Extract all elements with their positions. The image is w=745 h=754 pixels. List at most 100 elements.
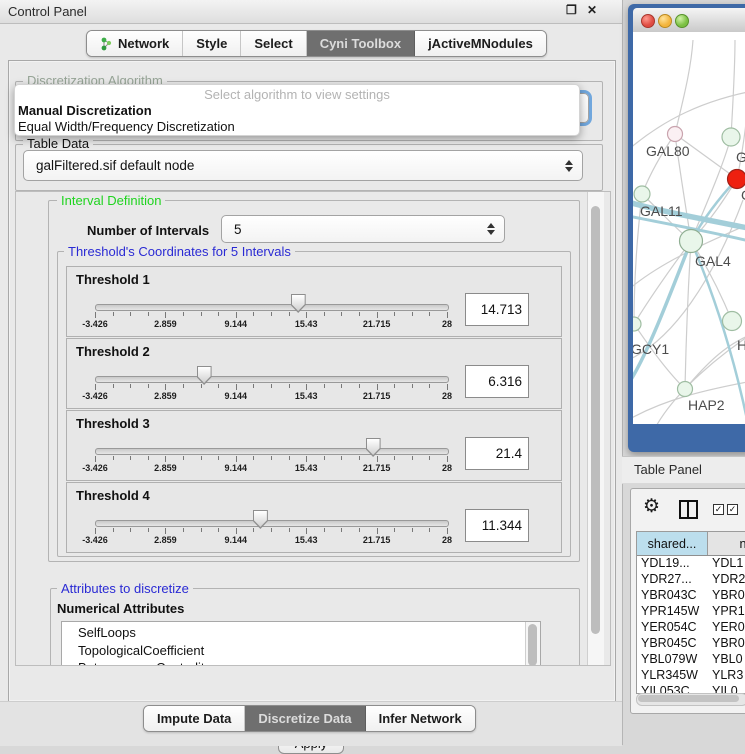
zoom-traffic-light-icon[interactable] (675, 14, 689, 28)
node-label-partial-top: G (736, 149, 745, 165)
threshold-slider-track[interactable] (95, 520, 449, 527)
table-data-combobox[interactable]: galFiltered.sif default node (23, 150, 583, 181)
slider-tick-labels: -3.4262.8599.14415.4321.71528 (95, 319, 447, 331)
table-row[interactable]: YDR27...YDR2 (637, 572, 745, 588)
threshold-slider-track[interactable] (95, 376, 449, 383)
algorithm-dropdown-popup: Select algorithm to view settings Manual… (14, 84, 580, 136)
threshold-slider-track[interactable] (95, 448, 449, 455)
threshold-1-panel: Threshold 1 -3.4262.8599.14415.4321.71528… (66, 266, 562, 337)
threshold-2-panel: Threshold 2 -3.4262.8599.14415.4321.71528… (66, 338, 562, 409)
tab-label: Cyni Toolbox (320, 36, 401, 51)
table-data-label: Table Data (23, 136, 93, 151)
table-cell: YBR043C (637, 588, 708, 604)
dropdown-placeholder-item[interactable]: Select algorithm to view settings (15, 85, 579, 103)
table-row[interactable]: YLR345WYLR3 (637, 668, 745, 684)
table-cell: YLR345W (637, 668, 708, 684)
tab-label: Network (118, 36, 169, 51)
close-window-icon[interactable]: ✕ (587, 3, 597, 17)
node-label-gal80: GAL80 (646, 143, 690, 159)
table-cell: YBR0 (708, 636, 745, 652)
node-attribute-table: shared...na YDL19...YDL1YDR27...YDR2YBR0… (636, 531, 745, 694)
minimize-traffic-light-icon[interactable] (658, 14, 672, 28)
threshold-label: Threshold 4 (76, 488, 150, 503)
table-row[interactable]: YBR043CYBR0 (637, 588, 745, 604)
network-window-titlebar (633, 8, 745, 33)
dropdown-option-equal-width[interactable]: Equal Width/Frequency Discretization (15, 119, 579, 135)
tab-cyni-toolbox[interactable]: Cyni Toolbox (307, 31, 415, 56)
slider-tick-labels: -3.4262.8599.14415.4321.71528 (95, 535, 447, 547)
attributes-group-label: Attributes to discretize (57, 581, 193, 596)
column-header-shared-name[interactable]: shared... (637, 532, 708, 555)
tab-style[interactable]: Style (183, 31, 241, 56)
table-row[interactable]: YER054CYER0 (637, 620, 745, 636)
cyni-toolbox-panel: Discretization Algorithm Table Data galF… (8, 60, 616, 702)
tab-jactivemnodules[interactable]: jActiveMNodules (415, 31, 546, 56)
gear-icon[interactable]: ⚙ (643, 497, 660, 516)
attribute-list-item[interactable]: TopologicalCoefficient (78, 642, 540, 660)
table-cell: YBL079W (637, 652, 708, 668)
table-horizontal-scrollbar[interactable] (636, 693, 745, 706)
node-gal11 (634, 186, 650, 202)
tab-select[interactable]: Select (241, 31, 306, 56)
table-cell: YBL0 (708, 652, 745, 668)
number-of-intervals-combobox[interactable]: 5 (221, 215, 505, 243)
threshold-label: Threshold 2 (76, 344, 150, 359)
threshold-value-field[interactable]: 6.316 (465, 365, 529, 398)
split-panel-icon[interactable] (679, 500, 698, 519)
list-scrollbar[interactable] (525, 622, 540, 666)
threshold-slider-track[interactable] (95, 304, 449, 311)
table-cell: YIL053C (637, 684, 708, 693)
column-header-name[interactable]: na (708, 532, 745, 555)
control-panel-title: Control Panel (8, 4, 87, 19)
table-cell: YDL19... (637, 556, 708, 572)
node-gcy1 (633, 317, 641, 331)
tab-label: Select (254, 36, 292, 51)
tab-label: Infer Network (379, 711, 462, 726)
dropdown-option-manual-discretization[interactable]: Manual Discretization (15, 103, 579, 119)
tab-infer-network[interactable]: Infer Network (366, 706, 475, 731)
float-window-icon[interactable]: ❐ (566, 3, 577, 17)
threshold-value-field[interactable]: 14.713 (465, 293, 529, 326)
table-cell: YIL0 (708, 684, 745, 693)
threshold-label: Threshold 3 (76, 416, 150, 431)
numerical-attributes-list[interactable]: SelfLoopsTopologicalCoefficientBetweenne… (61, 621, 541, 666)
threshold-value-field[interactable]: 21.4 (465, 437, 529, 470)
settings-scrollbar[interactable] (587, 192, 604, 665)
attribute-list-item[interactable]: BetweennessCentrality (78, 659, 540, 666)
tab-label: Impute Data (157, 711, 231, 726)
table-row[interactable]: YPR145WYPR1 (637, 604, 745, 620)
checkbox-icon[interactable]: ✓ (713, 504, 724, 515)
table-cell: YBR0 (708, 588, 745, 604)
node-gal4 (680, 230, 703, 253)
tab-impute-data[interactable]: Impute Data (144, 706, 245, 731)
threshold-value-field[interactable]: 11.344 (465, 509, 529, 542)
table-row[interactable]: YBR045CYBR0 (637, 636, 745, 652)
network-canvas[interactable]: GAL80 G C GAL11 GAL4 GCY1 H HAP2 (633, 32, 745, 424)
thresholds-group-label: Threshold's Coordinates for 5 Intervals (64, 244, 295, 259)
slider-tick-labels: -3.4262.8599.14415.4321.71528 (95, 391, 447, 403)
table-cell: YER0 (708, 620, 745, 636)
threshold-label: Threshold 1 (76, 272, 150, 287)
table-row[interactable]: YBL079WYBL0 (637, 652, 745, 668)
table-row[interactable]: YDL19...YDL1 (637, 556, 745, 572)
tab-network[interactable]: Network (87, 31, 183, 56)
combo-stepper-icon (484, 223, 497, 235)
table-cell: YPR1 (708, 604, 745, 620)
control-panel-tabbar: Network Style Select Cyni Toolbox jActiveMNo… (86, 30, 547, 57)
tab-discretize-data[interactable]: Discretize Data (245, 706, 365, 731)
node-label-partial-mid: C (741, 187, 745, 203)
interval-definition-label: Interval Definition (57, 193, 165, 208)
interval-definition-group: Interval Definition Number of Intervals … (48, 200, 580, 562)
checkbox-icon[interactable]: ✓ (727, 504, 738, 515)
combo-stepper-icon (562, 160, 575, 172)
node-label-gcy1: GCY1 (633, 341, 669, 357)
slider-tick-labels: -3.4262.8599.14415.4321.71528 (95, 463, 447, 475)
settings-scroll-area: Interval Definition Number of Intervals … (15, 191, 611, 666)
close-traffic-light-icon[interactable] (641, 14, 655, 28)
cyni-mode-tabbar: Impute Data Discretize Data Infer Network (143, 705, 476, 732)
attribute-list-item[interactable]: SelfLoops (78, 624, 540, 642)
table-cell: YDR2 (708, 572, 745, 588)
table-row[interactable]: YIL053CYIL0 (637, 684, 745, 693)
node-red-selected (728, 170, 745, 189)
table-cell: YBR045C (637, 636, 708, 652)
